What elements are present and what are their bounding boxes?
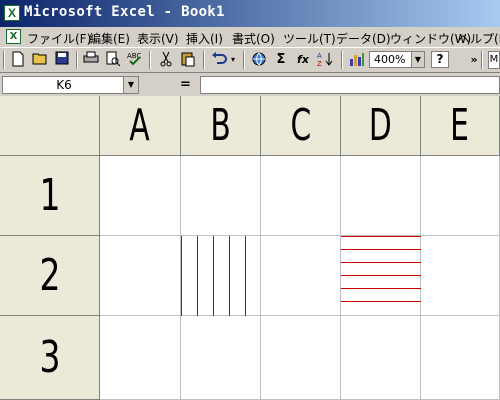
cell-a3[interactable] [100, 316, 181, 400]
row-label-3: 3 [39, 332, 60, 383]
d2-horizontal-lines [341, 236, 421, 302]
paste-icon[interactable] [179, 51, 197, 69]
svg-text:A: A [317, 52, 322, 60]
menu-help[interactable]: ヘルプ(H [458, 30, 500, 47]
toolbar-separator [341, 51, 343, 69]
edit-formula-button[interactable]: = [180, 77, 191, 92]
column-label-b: B [210, 100, 231, 151]
row-header-1[interactable]: 1 [0, 156, 100, 236]
menu-file[interactable]: ファイル(F) [27, 30, 91, 47]
undo-icon[interactable] [210, 51, 228, 69]
menu-tools[interactable]: ツール(T) [283, 30, 336, 47]
new-file-icon[interactable] [9, 51, 27, 69]
workbook-icon[interactable]: X [6, 29, 21, 44]
select-all-corner[interactable] [0, 96, 100, 156]
formula-bar: K6 ▼ = [0, 75, 500, 95]
font-name-select[interactable]: M [488, 51, 500, 69]
row-label-2: 2 [39, 250, 60, 301]
toolbar-separator [481, 51, 483, 69]
cell-c3[interactable] [261, 316, 341, 400]
name-box[interactable]: K6 ▼ [2, 76, 139, 94]
cell-e2[interactable] [421, 236, 500, 316]
title-bar: X Microsoft Excel - Book1 [0, 0, 500, 27]
help-button[interactable]: ? [431, 51, 449, 68]
cell-d3[interactable] [341, 316, 421, 400]
toolbar-grip [3, 51, 5, 69]
svg-text:Z: Z [317, 60, 322, 67]
chart-wizard-icon[interactable] [348, 51, 366, 69]
menu-format[interactable]: 書式(O) [232, 30, 275, 47]
b2-vertical-lines [181, 236, 246, 316]
cut-icon[interactable] [157, 51, 175, 69]
cell-a2[interactable] [100, 236, 181, 316]
column-label-c: C [290, 100, 311, 151]
autosum-icon[interactable]: Σ [272, 51, 290, 69]
row-label-1: 1 [39, 170, 60, 221]
open-folder-icon[interactable] [31, 51, 49, 69]
insert-function-icon[interactable]: fx [294, 51, 312, 69]
column-header-a[interactable]: A [100, 96, 181, 156]
menu-view[interactable]: 表示(V) [137, 30, 179, 47]
zoom-value: 400% [374, 53, 406, 66]
name-box-value: K6 [56, 78, 72, 92]
column-header-c[interactable]: C [261, 96, 341, 156]
column-header-b[interactable]: B [181, 96, 261, 156]
cell-e3[interactable] [421, 316, 500, 400]
sort-ascending-icon[interactable]: AZ [316, 51, 334, 69]
menu-data[interactable]: データ(D) [336, 30, 391, 47]
toolbar-separator [76, 51, 78, 69]
column-header-e[interactable]: E [421, 96, 500, 156]
toolbar-separator [203, 51, 205, 69]
row-header-2[interactable]: 2 [0, 236, 100, 316]
undo-dropdown-icon[interactable]: ▾ [228, 51, 238, 69]
hyperlink-globe-icon[interactable] [250, 51, 268, 69]
save-icon[interactable] [53, 51, 71, 69]
toolbar-separator [243, 51, 245, 69]
menu-bar: X ファイル(F) 編集(E) 表示(V) 挿入(I) 書式(O) ツール(T)… [0, 27, 500, 48]
formula-input[interactable] [200, 76, 500, 94]
cell-c1[interactable] [261, 156, 341, 236]
cell-b2[interactable] [181, 236, 261, 316]
toolbar-separator [149, 51, 151, 69]
column-header-d[interactable]: D [341, 96, 421, 156]
cell-b3[interactable] [181, 316, 261, 400]
column-label-a: A [129, 100, 151, 151]
standard-toolbar: ABC ▾ Σ fx AZ 400% ▼ ? » M [0, 48, 500, 73]
worksheet-grid: A B C D E 1 2 3 [0, 96, 500, 400]
column-label-d: D [369, 100, 392, 151]
print-icon[interactable] [82, 51, 100, 69]
chevron-down-icon[interactable]: ▼ [411, 52, 424, 67]
cell-e1[interactable] [421, 156, 500, 236]
cell-d2[interactable] [341, 236, 421, 316]
zoom-select[interactable]: 400% ▼ [369, 51, 425, 68]
cell-c2[interactable] [261, 236, 341, 316]
cell-d1[interactable] [341, 156, 421, 236]
column-label-e: E [450, 100, 470, 151]
cell-a1[interactable] [100, 156, 181, 236]
row-header-3[interactable]: 3 [0, 316, 100, 400]
chevron-down-icon[interactable]: ▼ [123, 77, 138, 93]
print-preview-icon[interactable] [104, 51, 122, 69]
spelling-icon[interactable]: ABC [126, 51, 144, 69]
cell-b1[interactable] [181, 156, 261, 236]
menu-edit[interactable]: 編集(E) [89, 30, 130, 47]
menu-insert[interactable]: 挿入(I) [186, 30, 223, 47]
window-title: Microsoft Excel - Book1 [24, 4, 225, 20]
excel-app-icon[interactable]: X [4, 5, 20, 21]
